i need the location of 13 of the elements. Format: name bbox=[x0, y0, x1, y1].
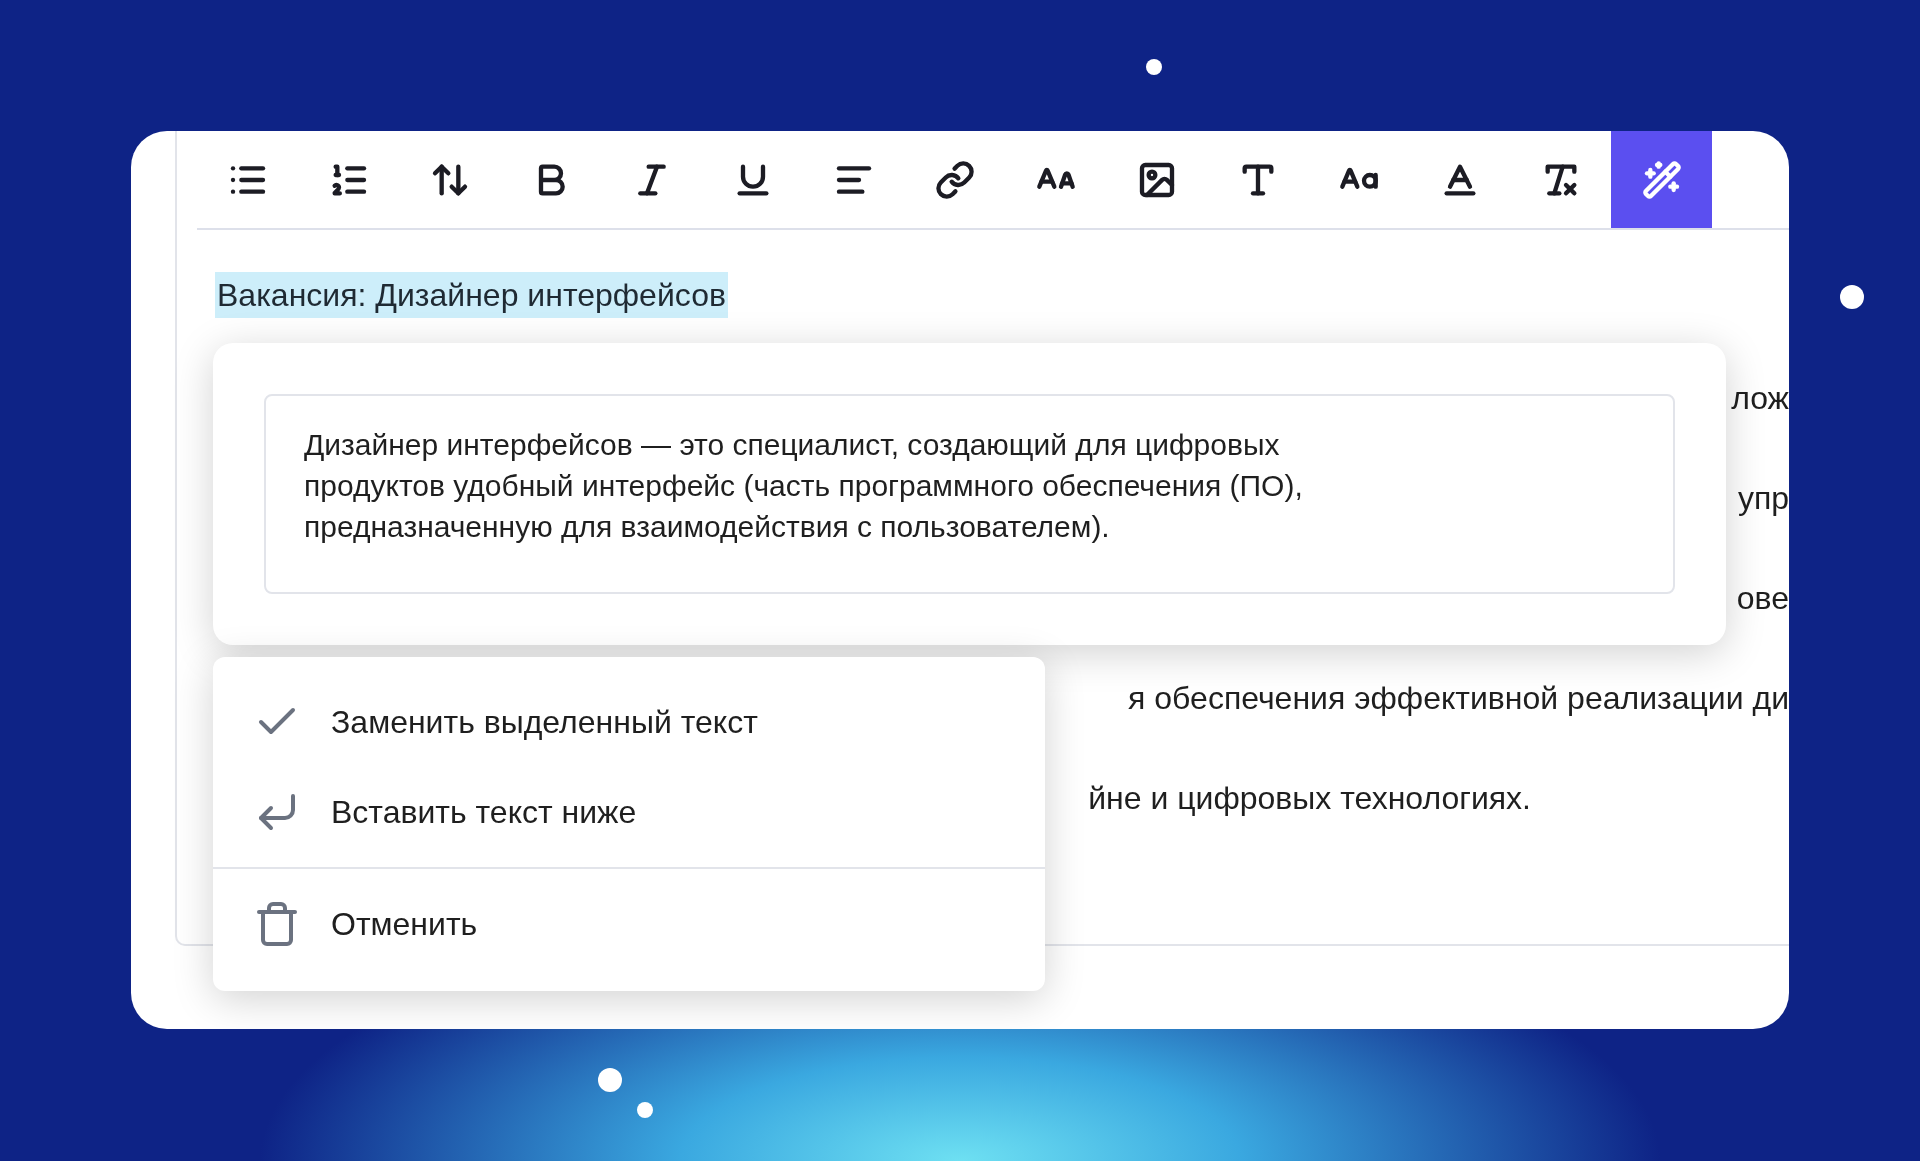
menu-item[interactable]: Вставить текст ниже bbox=[213, 767, 1045, 857]
ai-result-field[interactable]: Дизайнер интерфейсов — это специалист, создающий для цифровых продуктов удобный интерфейс (часть программного обеспечения (ПО), предназначенную для взаимодействия с пользователем). bbox=[264, 394, 1675, 594]
ai-result-text: Дизайнер интерфейсов — это специалист, создающий для цифровых продуктов удобный интерфейс (часть программного обеспечения (ПО), предназначенную для взаимодействия с пользователем). bbox=[304, 427, 1304, 545]
document-text-line: упр bbox=[1737, 479, 1789, 518]
menu-item[interactable]: Заменить выделенный текст bbox=[213, 677, 1045, 767]
link-icon bbox=[934, 159, 975, 200]
document-text-line: лож bbox=[1731, 379, 1789, 418]
document-title: Вакансия: Дизайнер интерфейсов bbox=[215, 272, 728, 318]
document-text-line: ове bbox=[1736, 579, 1789, 618]
document-text-line: я обеспечения эффективной реализации ди bbox=[1128, 679, 1789, 718]
menu-item[interactable]: Отменить bbox=[213, 879, 1045, 969]
document-text-line: йне и цифровых технологиях. bbox=[1088, 779, 1531, 818]
magic-wand-icon bbox=[1641, 159, 1682, 200]
